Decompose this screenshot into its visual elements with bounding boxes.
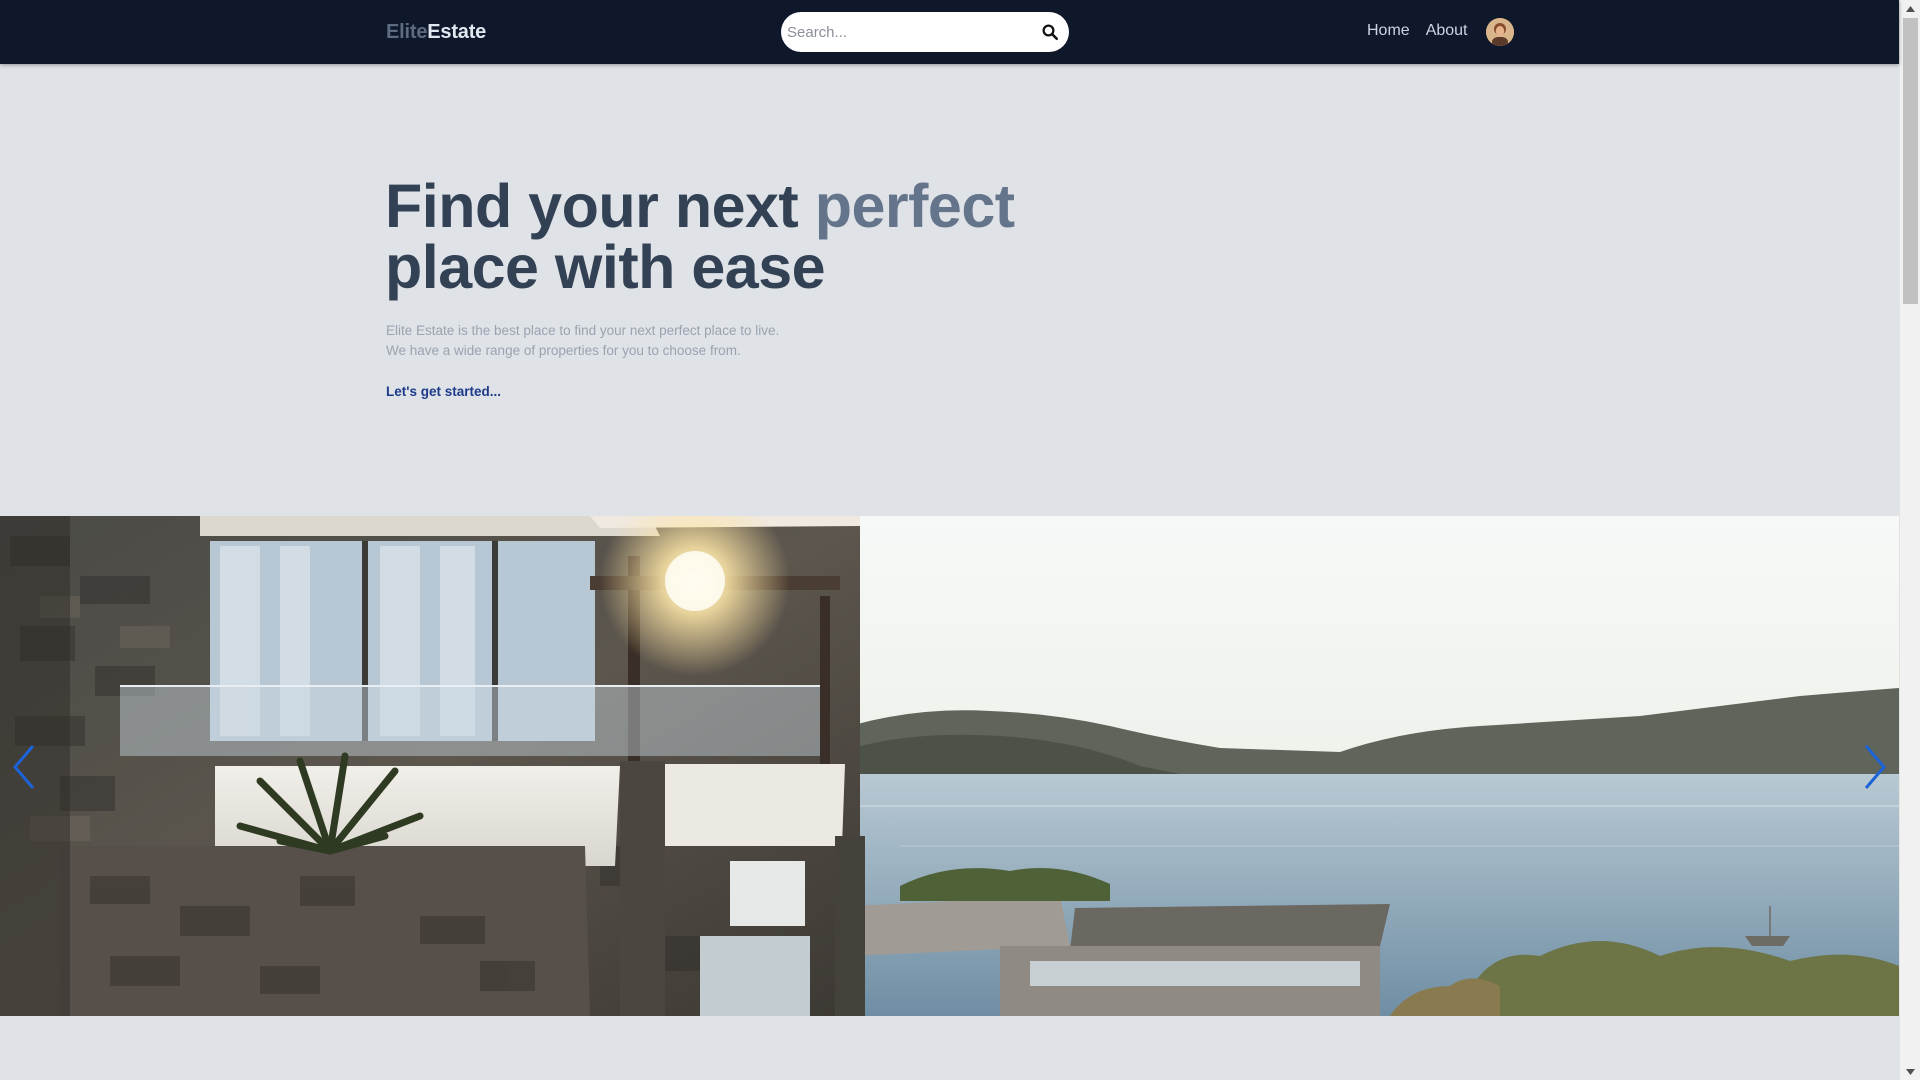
hero-subtitle: Elite Estate is the best place to find y…	[386, 321, 779, 361]
top-navbar: EliteEstate Home About	[0, 0, 1899, 64]
page-scrollbar[interactable]	[1899, 0, 1920, 1080]
scroll-up-arrow-icon[interactable]	[1900, 0, 1920, 17]
hero-subtitle-line1: Elite Estate is the best place to find y…	[386, 323, 780, 338]
villa-bay-photo	[0, 516, 1899, 1016]
scrollbar-thumb[interactable]	[1903, 18, 1918, 304]
hero-title-part2: place with ease	[385, 233, 826, 301]
chevron-left-icon	[13, 745, 35, 789]
scroll-down-arrow-icon[interactable]	[1900, 1063, 1920, 1080]
user-avatar[interactable]	[1486, 18, 1514, 46]
hero-title-accent: perfect	[814, 172, 1015, 240]
brand-name-estate: Estate	[427, 21, 487, 43]
slider-prev-button[interactable]	[9, 742, 39, 792]
nav-about-link[interactable]: About	[1426, 21, 1468, 41]
search-box	[781, 12, 1069, 52]
search-icon[interactable]	[1041, 23, 1059, 41]
hero-title-part1: Find your next	[385, 172, 815, 240]
chevron-right-icon	[1864, 745, 1886, 789]
brand-logo[interactable]: EliteEstate	[386, 20, 486, 44]
nav-links: Home About	[1367, 21, 1468, 41]
brand-name-elite: Elite	[386, 21, 428, 43]
get-started-link[interactable]: Let's get started...	[386, 384, 501, 399]
hero-title: Find your next perfect place with ease	[385, 176, 1015, 298]
hero-image-slider	[0, 516, 1899, 1016]
nav-home-link[interactable]: Home	[1367, 21, 1410, 41]
slider-next-button[interactable]	[1860, 742, 1890, 792]
profile-photo-icon	[1486, 18, 1514, 46]
hero-subtitle-line2: We have a wide range of properties for y…	[386, 343, 741, 358]
search-input[interactable]	[787, 23, 1041, 41]
